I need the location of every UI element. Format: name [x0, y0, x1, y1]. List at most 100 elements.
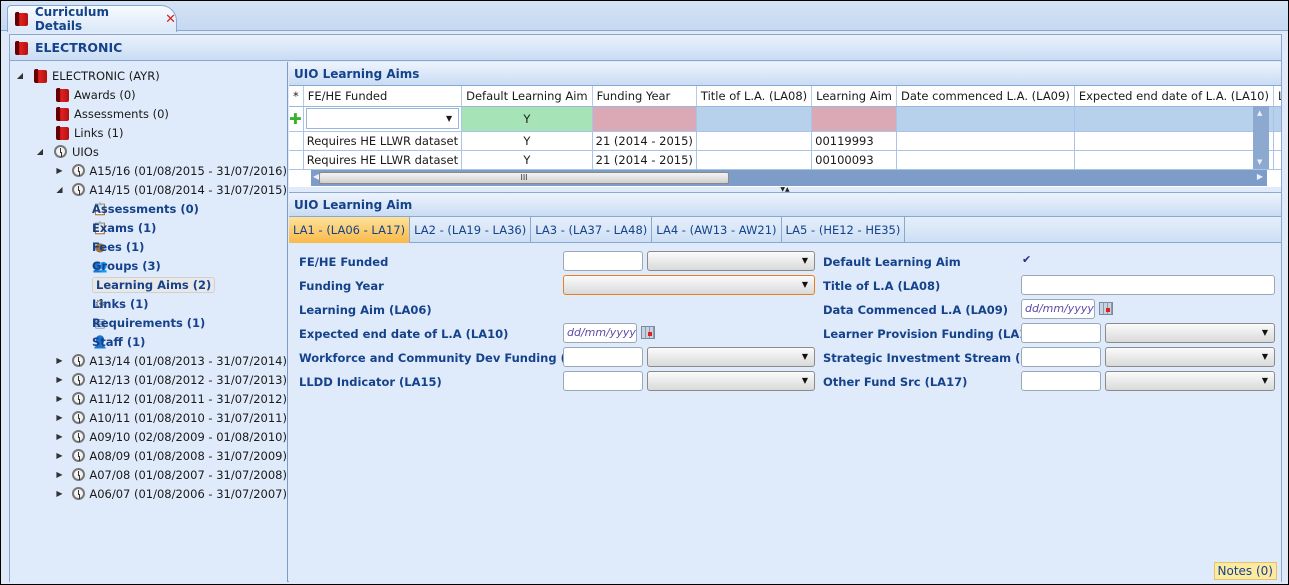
column-header[interactable]: Date commenced L.A. (LA09)	[896, 86, 1075, 107]
tree-item-uio-child[interactable]: 👥 Groups (3)	[10, 256, 287, 275]
table-row[interactable]: Requires HE LLWR dataset Y 21 (2014 - 2015…	[289, 150, 1281, 170]
workforce-select[interactable]: ▼	[647, 347, 815, 367]
tree-item-uio[interactable]: ▶ A08/09 (01/08/2008 - 31/07/2009)	[10, 446, 287, 465]
cell-expected-end[interactable]	[1074, 131, 1274, 151]
cell-learner-p[interactable]	[1273, 131, 1281, 151]
new-row-learner-p[interactable]	[1273, 106, 1281, 132]
column-header[interactable]: Learning Aim	[811, 86, 897, 107]
expanded-arrow-icon[interactable]: ◢	[54, 185, 65, 194]
tree-item-uio[interactable]: ▶ A07/08 (01/08/2007 - 31/07/2008)	[10, 465, 287, 484]
close-icon[interactable]: ✕	[165, 12, 176, 27]
collapsed-arrow-icon[interactable]: ▶	[54, 451, 65, 460]
expected-end-date-input[interactable]: dd/mm/yyyy	[563, 323, 637, 343]
tab-la5[interactable]: LA5 - (HE12 - HE35)	[782, 217, 906, 243]
collapsed-arrow-icon[interactable]: ▶	[54, 470, 65, 479]
tree-item-uio-child[interactable]: ● Fees (1)	[10, 237, 287, 256]
collapsed-arrow-icon[interactable]: ▶	[54, 356, 65, 365]
tab-la4[interactable]: LA4 - (AW13 - AW21)	[652, 217, 782, 243]
calendar-icon[interactable]	[1099, 302, 1113, 315]
tab-la2[interactable]: LA2 - (LA19 - LA36)	[410, 217, 532, 243]
learner-provision-code-input[interactable]	[1021, 323, 1101, 343]
tree-item-uio-child[interactable]: ▤ Requirements (1)	[10, 313, 287, 332]
tree-item-uio-child[interactable]: 📋 Exams (1)	[10, 218, 287, 237]
scroll-down-icon[interactable]: ▼	[1257, 158, 1262, 166]
scroll-up-icon[interactable]: ▲	[1257, 109, 1262, 117]
tree-item-uio[interactable]: ▶ A06/07 (01/08/2006 - 31/07/2007)	[10, 484, 287, 503]
funding-year-select[interactable]: ▼	[563, 275, 815, 295]
tree-item-uio-current[interactable]: ◢ A14/15 (01/08/2014 - 31/07/2015)	[10, 180, 287, 199]
collapsed-arrow-icon[interactable]: ▶	[54, 432, 65, 441]
fe-he-funded-combo[interactable]: ▼	[305, 108, 460, 129]
date-commenced-input[interactable]: dd/mm/yyyy	[1021, 299, 1095, 319]
strategic-code-input[interactable]	[1021, 347, 1101, 367]
strategic-select[interactable]: ▼	[1105, 347, 1275, 367]
cell-funding-year[interactable]: 21 (2014 - 2015)	[592, 131, 697, 151]
collapsed-arrow-icon[interactable]: ▶	[54, 166, 65, 175]
tree-item-links[interactable]: Links (1)	[10, 123, 287, 142]
cell-fe-he-funded[interactable]: Requires HE LLWR dataset	[303, 131, 463, 151]
cell-date-commenced[interactable]	[896, 131, 1075, 151]
collapsed-arrow-icon[interactable]: ▶	[54, 413, 65, 422]
new-row-default-learning-aim[interactable]: Y	[461, 106, 593, 132]
cell-fe-he-funded[interactable]: Requires HE LLWR dataset	[303, 150, 463, 170]
tab-la3[interactable]: LA3 - (LA37 - LA48)	[531, 217, 653, 243]
tree-item-uio-child[interactable]: ⚙ Links (1)	[10, 294, 287, 313]
tree-item-assessments[interactable]: Assessments (0)	[10, 104, 287, 123]
cell-learning-aim[interactable]: 00100093	[811, 150, 897, 170]
tree-item-uio[interactable]: ▶ A12/13 (01/08/2012 - 31/07/2013)	[10, 370, 287, 389]
column-header[interactable]: *	[289, 86, 304, 107]
lldd-select[interactable]: ▼	[647, 371, 815, 391]
title-input[interactable]	[1021, 275, 1275, 295]
tree-item-uio[interactable]: ▶ A09/10 (02/08/2009 - 01/08/2010)	[10, 427, 287, 446]
scroll-thumb[interactable]: III	[319, 172, 729, 184]
add-row-icon[interactable]: ✚	[289, 106, 304, 132]
cell-date-commenced[interactable]	[896, 150, 1075, 170]
collapsed-arrow-icon[interactable]: ▶	[54, 375, 65, 384]
column-header[interactable]: Expected end date of L.A. (LA10)	[1074, 86, 1274, 107]
tree-item-uios[interactable]: ◢ UIOs	[10, 142, 287, 161]
cell-learning-aim[interactable]: 00119993	[811, 131, 897, 151]
workforce-code-input[interactable]	[563, 347, 643, 367]
grid-vertical-scrollbar[interactable]: ▲ ▼	[1253, 106, 1269, 169]
lldd-code-input[interactable]	[563, 371, 643, 391]
other-fund-select[interactable]: ▼	[1105, 371, 1275, 391]
tab-curriculum-details[interactable]: Curriculum Details ✕	[7, 5, 177, 33]
notes-button[interactable]: Notes (0)	[1213, 562, 1277, 580]
tree-item-uio[interactable]: ▶ A15/16 (01/08/2015 - 31/07/2016)	[10, 161, 287, 180]
cell-learner-p[interactable]	[1273, 150, 1281, 170]
collapsed-arrow-icon[interactable]: ▶	[54, 489, 65, 498]
learner-provision-select[interactable]: ▼	[1105, 323, 1275, 343]
cell-title[interactable]	[696, 131, 813, 151]
new-row-title[interactable]	[696, 106, 813, 132]
column-header[interactable]: Funding Year	[592, 86, 697, 107]
new-row-learning-aim[interactable]	[811, 106, 897, 132]
tree-item-awards[interactable]: Awards (0)	[10, 85, 287, 104]
tree-item-uio[interactable]: ▶ A11/12 (01/08/2011 - 31/07/2012)	[10, 389, 287, 408]
tree-item-uio-child[interactable]: ◎Learning Aims (2)	[10, 275, 287, 294]
new-row-expected-end[interactable]	[1074, 106, 1274, 132]
row-selector[interactable]	[289, 131, 304, 151]
row-selector[interactable]	[289, 150, 304, 170]
cell-default-learning-aim[interactable]: Y	[461, 150, 593, 170]
new-row-date-commenced[interactable]	[896, 106, 1075, 132]
calendar-icon[interactable]	[641, 326, 655, 339]
scroll-right-icon[interactable]: ▶	[1257, 172, 1263, 181]
grid-horizontal-scrollbar[interactable]: ◀ III ▶	[311, 170, 1267, 186]
column-header[interactable]: Learner P	[1273, 86, 1281, 107]
column-header[interactable]: Title of L.A. (LA08)	[696, 86, 813, 107]
new-row-funding-year[interactable]	[592, 106, 697, 132]
grid-new-row[interactable]: ✚ ▼ Y	[289, 106, 1281, 132]
tree-item-root[interactable]: ◢ ELECTRONIC (AYR)	[10, 66, 287, 85]
column-header[interactable]: FE/HE Funded	[303, 86, 463, 107]
column-header[interactable]: Default Learning Aim	[461, 86, 593, 107]
fe-he-funded-select[interactable]: ▼	[647, 251, 815, 271]
tree-item-uio-child[interactable]: 👤 Staff (1)	[10, 332, 287, 351]
expanded-arrow-icon[interactable]: ◢	[14, 71, 26, 80]
default-learning-aim-checkbox[interactable]: ✔	[1022, 253, 1031, 266]
tree-item-uio-child[interactable]: 📋 Assessments (0)	[10, 199, 287, 218]
tree-item-uio[interactable]: ▶ A13/14 (01/08/2013 - 31/07/2014)	[10, 351, 287, 370]
collapsed-arrow-icon[interactable]: ▶	[54, 394, 65, 403]
cell-title[interactable]	[696, 150, 813, 170]
cell-expected-end[interactable]	[1074, 150, 1274, 170]
fe-he-funded-code-input[interactable]	[563, 251, 643, 271]
